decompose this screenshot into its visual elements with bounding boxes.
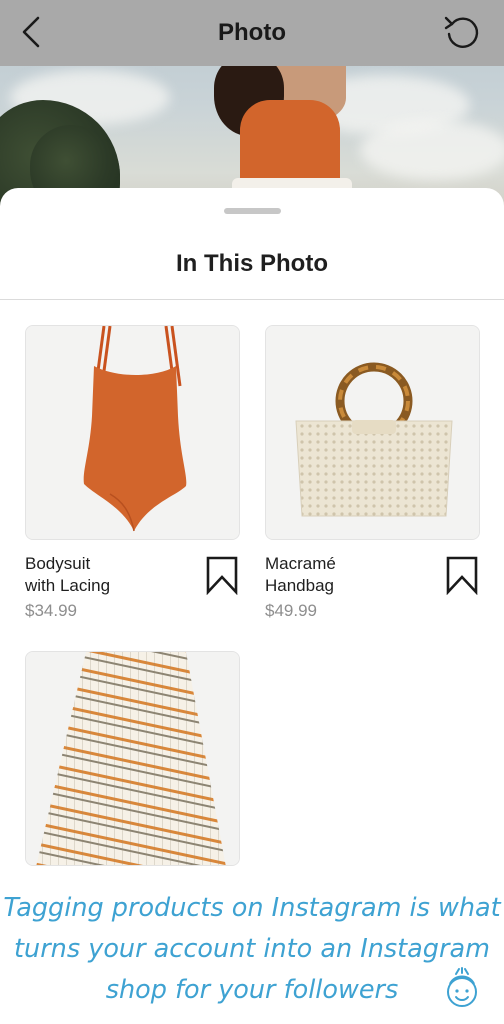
bookmark-icon <box>206 556 238 596</box>
product-name-line: with Lacing <box>25 576 111 595</box>
product-name-line: Bodysuit <box>25 554 91 573</box>
caption-line: turns your account into an Instagram <box>14 934 490 964</box>
product-image-bodysuit[interactable] <box>25 325 240 540</box>
chevron-left-icon <box>22 16 40 48</box>
product-price: $49.99 <box>265 601 317 620</box>
product-card-handbag[interactable]: Macramé Handbag $49.99 <box>265 325 480 620</box>
product-name[interactable]: Bodysuit with Lacing <box>25 553 195 597</box>
product-card-skirt[interactable] <box>25 651 240 866</box>
product-image-handbag[interactable] <box>265 325 480 540</box>
save-button[interactable] <box>205 555 239 596</box>
product-price: $34.99 <box>25 601 77 620</box>
back-button[interactable] <box>14 12 50 52</box>
rotate-ccw-icon <box>444 16 479 48</box>
save-button[interactable] <box>445 555 479 596</box>
cloud <box>360 120 504 180</box>
sheet-grabber[interactable] <box>224 208 281 214</box>
caption: Tagging products on Instagram is what tu… <box>0 868 504 1024</box>
product-card-bodysuit[interactable]: Bodysuit with Lacing $34.99 <box>25 325 240 620</box>
product-name-line: Handbag <box>265 576 335 595</box>
brand-logo-icon <box>447 967 477 1007</box>
product-name[interactable]: Macramé Handbag <box>265 553 435 597</box>
reset-button[interactable] <box>442 12 482 52</box>
sheet-title: In This Photo <box>176 250 328 277</box>
navigation-bar: Photo <box>0 0 504 66</box>
page-title: Photo <box>218 19 286 46</box>
product-image-skirt[interactable] <box>25 651 240 866</box>
product-name-line: Macramé <box>265 554 336 573</box>
caption-line: shop for your followers <box>105 975 399 1005</box>
divider <box>0 299 504 300</box>
caption-line: Tagging products on Instagram is what <box>3 893 501 923</box>
bookmark-icon <box>446 556 478 596</box>
